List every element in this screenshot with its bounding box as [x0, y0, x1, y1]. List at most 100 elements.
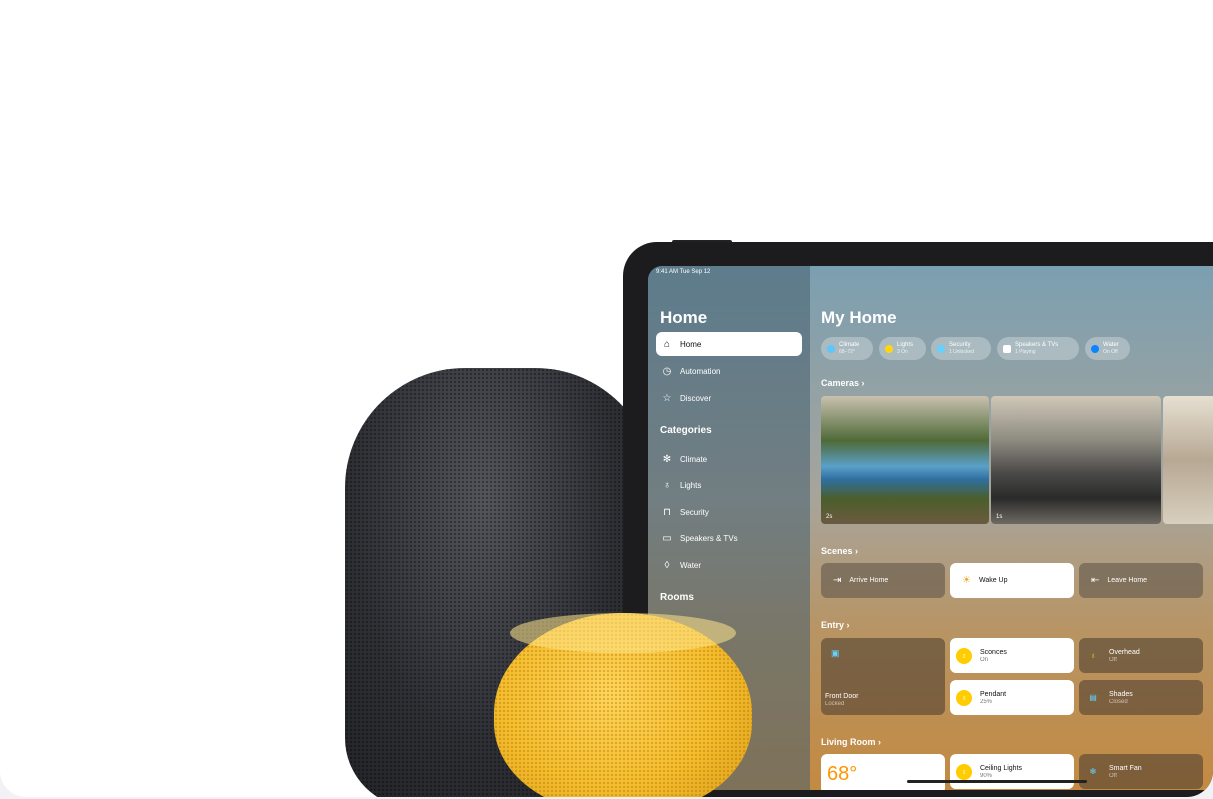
rooms-heading: Rooms	[660, 592, 694, 603]
clock-icon: ◷	[662, 365, 672, 377]
sidebar-item-discover[interactable]: ☆ Discover	[656, 386, 802, 410]
lock-icon: ⊓	[663, 506, 671, 518]
tile-label: Shades	[1109, 691, 1133, 698]
status-bar: 9:41 AM Tue Sep 12	[656, 269, 711, 275]
tile-thermostat[interactable]: 68°	[821, 754, 945, 790]
scene-arrive-home[interactable]: ⇥ Arrive Home	[821, 563, 945, 598]
scene-label: Leave Home	[1107, 577, 1148, 584]
sidebar-item-label: Automation	[680, 366, 721, 376]
sidebar-item-label: Discover	[680, 393, 712, 403]
sidebar-item-label: Climate	[680, 454, 708, 464]
sidebar-item-automation[interactable]: ◷ Automation	[656, 359, 802, 383]
lock-icon	[937, 344, 945, 353]
tile-label: Smart Fan	[1109, 765, 1142, 772]
tile-sub: 25%	[980, 699, 993, 705]
lock-icon: ▣	[831, 648, 840, 658]
tile-sub: On	[980, 657, 989, 663]
chip-label: Climate	[839, 342, 860, 348]
camera-label: 2s	[826, 514, 833, 520]
fan-icon: ✻	[662, 453, 672, 465]
tile-front-door[interactable]: ▣ Front Door Locked	[821, 638, 945, 715]
tv-icon: ▭	[662, 532, 672, 544]
sidebar-item-label: Lights	[680, 480, 702, 490]
living-room-heading[interactable]: Living Room ›	[821, 737, 881, 747]
sidebar-item-security[interactable]: ⊓ Security	[656, 500, 802, 524]
shades-icon: ▤	[1089, 693, 1097, 702]
lightbulb-icon: ♁	[1090, 651, 1096, 660]
tile-sub: Closed	[1109, 699, 1128, 705]
scene-label: Arrive Home	[849, 577, 889, 584]
tile-ceiling-lights[interactable]: ♁ Ceiling Lights 90%	[950, 754, 1074, 789]
fan-icon	[827, 344, 835, 353]
camera-pool[interactable]: 2s	[821, 396, 989, 524]
chip-label: Water	[1103, 342, 1119, 348]
lightbulb-icon	[885, 344, 893, 353]
sidebar-item-label: Security	[680, 507, 709, 517]
walk-out-icon: ⇤	[1091, 575, 1100, 586]
sidebar-item-home[interactable]: ⌂ Home	[656, 332, 802, 356]
sidebar-item-label: Home	[680, 339, 702, 349]
lightbulb-icon: ♁	[663, 479, 671, 491]
entry-heading[interactable]: Entry ›	[821, 620, 850, 630]
camera-label: 1s	[996, 514, 1003, 520]
chip-climate[interactable]: Climate 68–72°	[821, 337, 873, 360]
homepod-mini-top	[510, 613, 736, 653]
tile-sub: Locked	[825, 701, 845, 707]
tile-label: Overhead	[1109, 649, 1140, 656]
house-icon: ⌂	[663, 338, 671, 350]
tile-smart-fan[interactable]: ✻ Smart Fan Off	[1079, 754, 1203, 789]
scene-wake-up[interactable]: ☀ Wake Up	[950, 563, 1074, 598]
chip-label: Security	[949, 342, 971, 348]
sidebar-item-label: Speakers & TVs	[680, 533, 738, 543]
cameras-heading[interactable]: Cameras ›	[821, 378, 865, 388]
star-icon: ☆	[662, 392, 672, 404]
drop-icon: ◊	[664, 559, 670, 571]
tile-label: Front Door	[825, 693, 859, 700]
camera-living[interactable]	[1163, 396, 1213, 524]
tile-overhead[interactable]: ♁ Overhead Off	[1079, 638, 1203, 673]
chip-sub: 1 Playing	[1015, 349, 1036, 355]
chip-water[interactable]: Water On Off	[1085, 337, 1130, 360]
lightbulb-icon: ♁	[956, 647, 972, 664]
tile-pendant[interactable]: ♁ Pendant 25%	[950, 680, 1074, 715]
scene-label: Wake Up	[978, 577, 1008, 584]
chip-speakers[interactable]: Speakers & TVs 1 Playing	[997, 337, 1079, 360]
tile-sconces[interactable]: ♁ Sconces On	[950, 638, 1074, 673]
tile-label: Sconces	[980, 649, 1007, 656]
categories-heading: Categories	[660, 425, 712, 436]
sidebar-item-label: Water	[680, 560, 702, 570]
sidebar-item-lights[interactable]: ♁ Lights	[656, 473, 802, 497]
hero-card: 9:41 AM Tue Sep 12 Home ⌂ Home ◷ Automat…	[0, 0, 1213, 797]
tile-sub: 90%	[980, 773, 993, 779]
sidebar-item-water[interactable]: ◊ Water	[656, 553, 802, 577]
sidebar-item-climate[interactable]: ✻ Climate	[656, 447, 802, 471]
tv-icon	[1003, 344, 1011, 353]
chip-label: Lights	[897, 342, 914, 348]
scene-leave-home[interactable]: ⇤ Leave Home	[1079, 563, 1203, 598]
chip-sub: 68–72°	[839, 349, 855, 355]
sunrise-icon: ☀	[962, 575, 971, 586]
chip-lights[interactable]: Lights 3 On	[879, 337, 926, 360]
chip-sub: 3 On	[897, 349, 908, 355]
chip-sub: On Off	[1103, 349, 1118, 355]
chip-label: Speakers & TVs	[1015, 342, 1059, 348]
tile-sub: Off	[1109, 773, 1117, 779]
scenes-heading[interactable]: Scenes ›	[821, 546, 858, 556]
page-title: My Home	[821, 308, 897, 327]
lightbulb-icon: ♁	[956, 763, 972, 780]
chip-sub: 1 Unlocked	[949, 349, 975, 355]
home-indicator	[907, 780, 1087, 783]
lightbulb-icon: ♁	[956, 689, 972, 706]
thermostat-temp: 68°	[827, 762, 858, 785]
sidebar-title: Home	[660, 308, 708, 327]
camera-driveway[interactable]: 1s	[991, 396, 1161, 524]
fan-icon: ✻	[1089, 767, 1097, 776]
tile-label: Ceiling Lights	[980, 765, 1023, 772]
sidebar-item-speakers[interactable]: ▭ Speakers & TVs	[656, 526, 802, 550]
tile-sub: Off	[1109, 657, 1117, 663]
drop-icon	[1091, 344, 1099, 353]
walk-in-icon: ⇥	[833, 575, 842, 586]
tile-shades[interactable]: ▤ Shades Closed	[1079, 680, 1203, 715]
chip-security[interactable]: Security 1 Unlocked	[931, 337, 991, 360]
tile-label: Pendant	[980, 691, 1007, 698]
